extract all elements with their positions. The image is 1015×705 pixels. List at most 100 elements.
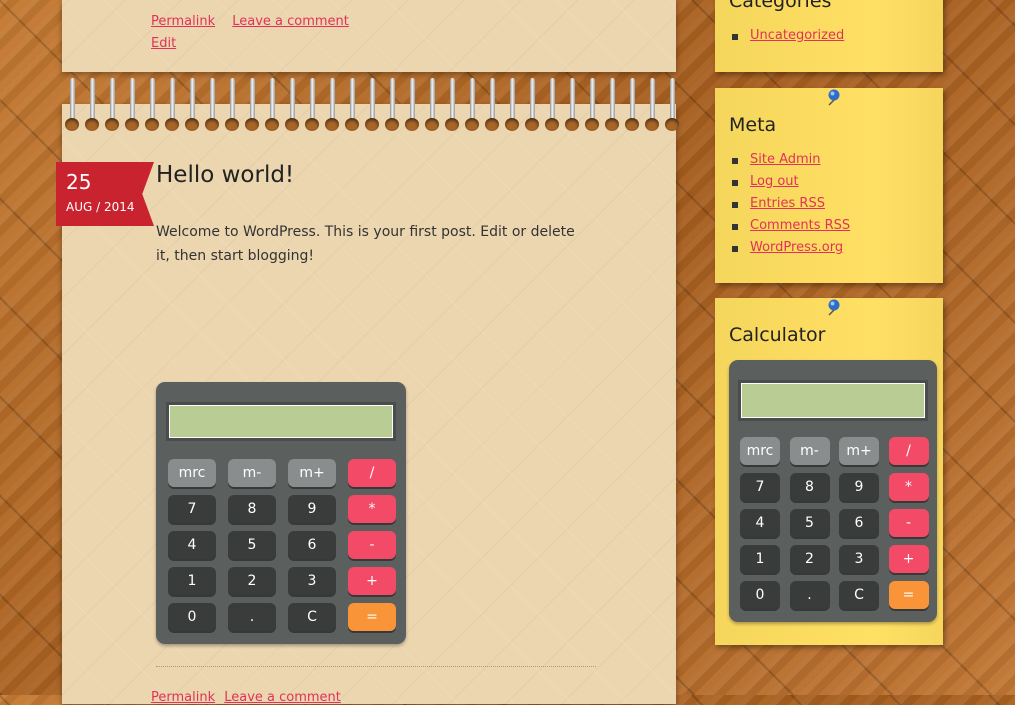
wordpress-org-link[interactable]: WordPress.org bbox=[750, 240, 843, 255]
binding-ring bbox=[625, 78, 639, 134]
site-admin-link[interactable]: Site Admin bbox=[750, 152, 821, 167]
post-footer-links: Permalink Leave a comment bbox=[151, 686, 341, 705]
meta-list: Site Admin Log out Entries RSS Comments … bbox=[729, 152, 850, 262]
calculator-display bbox=[166, 402, 396, 441]
key-clear-button[interactable]: C bbox=[839, 581, 879, 609]
key-5-button[interactable]: 5 bbox=[228, 531, 276, 559]
calculator-display bbox=[738, 380, 928, 421]
categories-list: Uncategorized bbox=[729, 28, 844, 50]
key-minus-button[interactable]: - bbox=[888, 509, 929, 537]
key-multiply-button[interactable]: * bbox=[348, 495, 396, 523]
date-day: 25 bbox=[66, 170, 92, 194]
key-2-button[interactable]: 2 bbox=[228, 567, 276, 595]
key-memory-recall-button[interactable]: mrc bbox=[168, 459, 216, 487]
permalink-link[interactable]: Permalink bbox=[151, 14, 215, 29]
list-item: WordPress.org bbox=[729, 240, 850, 262]
list-item: Entries RSS bbox=[729, 196, 850, 218]
key-3-button[interactable]: 3 bbox=[839, 545, 879, 573]
key-divide-button[interactable]: / bbox=[348, 459, 396, 487]
key-plus-button[interactable]: + bbox=[348, 567, 396, 595]
edit-link[interactable]: Edit bbox=[151, 36, 176, 51]
binding-ring bbox=[645, 78, 659, 134]
key-equals-button[interactable]: = bbox=[888, 581, 929, 609]
binding-ring bbox=[545, 78, 559, 134]
binding-ring bbox=[445, 78, 459, 134]
post-body: Welcome to WordPress. This is your first… bbox=[156, 224, 575, 264]
list-item: Comments RSS bbox=[729, 218, 850, 240]
footer-permalink-link[interactable]: Permalink bbox=[151, 690, 215, 705]
key-3-button[interactable]: 3 bbox=[288, 567, 336, 595]
key-memory-recall-button[interactable]: mrc bbox=[740, 437, 780, 465]
key-clear-button[interactable]: C bbox=[288, 603, 336, 631]
footer-leave-comment-link[interactable]: Leave a comment bbox=[224, 690, 341, 705]
binding-ring bbox=[565, 78, 579, 134]
key-equals-button[interactable]: = bbox=[348, 603, 396, 631]
category-link[interactable]: Uncategorized bbox=[750, 28, 844, 43]
binding-ring bbox=[665, 78, 679, 134]
key-memory-minus-button[interactable]: m- bbox=[789, 437, 830, 465]
previous-post-paper: Permalink Leave a comment Edit bbox=[62, 0, 676, 72]
binding-ring bbox=[325, 78, 339, 134]
key-6-button[interactable]: 6 bbox=[839, 509, 879, 537]
post-title[interactable]: Hello world! bbox=[156, 162, 294, 188]
binding-ring bbox=[225, 78, 239, 134]
list-item: Log out bbox=[729, 174, 850, 196]
date-ribbon: 25 AUG / 2014 bbox=[56, 162, 154, 226]
date-month-year: AUG / 2014 bbox=[66, 200, 135, 214]
previous-post-edit: Edit bbox=[151, 32, 176, 51]
key-2-button[interactable]: 2 bbox=[789, 545, 830, 573]
meta-title: Meta bbox=[729, 114, 777, 136]
key-5-button[interactable]: 5 bbox=[789, 509, 830, 537]
binding-ring bbox=[345, 78, 359, 134]
pushpin-icon bbox=[828, 89, 840, 106]
binding-ring bbox=[65, 78, 79, 134]
post-calculator: mrc m-m+ / 7 8 9 * 4 5 6- 1 2 3 +0. C = bbox=[156, 382, 406, 644]
binding-ring bbox=[145, 78, 159, 134]
log-out-link[interactable]: Log out bbox=[750, 174, 799, 189]
key-memory-minus-button[interactable]: m- bbox=[228, 459, 276, 487]
spiral-binding bbox=[62, 78, 679, 134]
binding-ring bbox=[465, 78, 479, 134]
binding-ring bbox=[285, 78, 299, 134]
key-0-button[interactable]: 0 bbox=[168, 603, 216, 631]
key-0-button[interactable]: 0 bbox=[740, 581, 780, 609]
binding-ring bbox=[405, 78, 419, 134]
entries-rss-link[interactable]: Entries RSS bbox=[750, 196, 825, 211]
key-8-button[interactable]: 8 bbox=[228, 495, 276, 523]
comments-rss-link[interactable]: Comments RSS bbox=[750, 218, 850, 233]
key-9-button[interactable]: 9 bbox=[288, 495, 336, 523]
key-multiply-button[interactable]: * bbox=[888, 473, 929, 501]
key-7-button[interactable]: 7 bbox=[740, 473, 780, 501]
key-minus-button[interactable]: - bbox=[348, 531, 396, 559]
binding-ring bbox=[265, 78, 279, 134]
key-plus-button[interactable]: + bbox=[888, 545, 929, 573]
list-item: Site Admin bbox=[729, 152, 850, 174]
list-item: Uncategorized bbox=[729, 28, 844, 50]
binding-ring bbox=[485, 78, 499, 134]
key-memory-plus-button[interactable]: m+ bbox=[288, 459, 336, 487]
key-6-button[interactable]: 6 bbox=[288, 531, 336, 559]
key-divide-button[interactable]: / bbox=[888, 437, 929, 465]
binding-ring bbox=[205, 78, 219, 134]
key-1-button[interactable]: 1 bbox=[168, 567, 216, 595]
leave-comment-link[interactable]: Leave a comment bbox=[232, 14, 349, 29]
binding-ring bbox=[165, 78, 179, 134]
key-4-button[interactable]: 4 bbox=[168, 531, 216, 559]
key-memory-plus-button[interactable]: m+ bbox=[839, 437, 879, 465]
key-decimal-button[interactable]: . bbox=[228, 603, 276, 631]
key-8-button[interactable]: 8 bbox=[789, 473, 830, 501]
key-decimal-button[interactable]: . bbox=[789, 581, 830, 609]
binding-ring bbox=[525, 78, 539, 134]
binding-ring bbox=[105, 78, 119, 134]
binding-ring bbox=[185, 78, 199, 134]
key-4-button[interactable]: 4 bbox=[740, 509, 780, 537]
binding-ring bbox=[425, 78, 439, 134]
calculator-widget-title: Calculator bbox=[729, 324, 826, 346]
binding-ring bbox=[605, 78, 619, 134]
key-1-button[interactable]: 1 bbox=[740, 545, 780, 573]
pushpin-icon bbox=[828, 299, 840, 316]
binding-ring bbox=[365, 78, 379, 134]
post-divider bbox=[156, 666, 596, 667]
key-9-button[interactable]: 9 bbox=[839, 473, 879, 501]
key-7-button[interactable]: 7 bbox=[168, 495, 216, 523]
